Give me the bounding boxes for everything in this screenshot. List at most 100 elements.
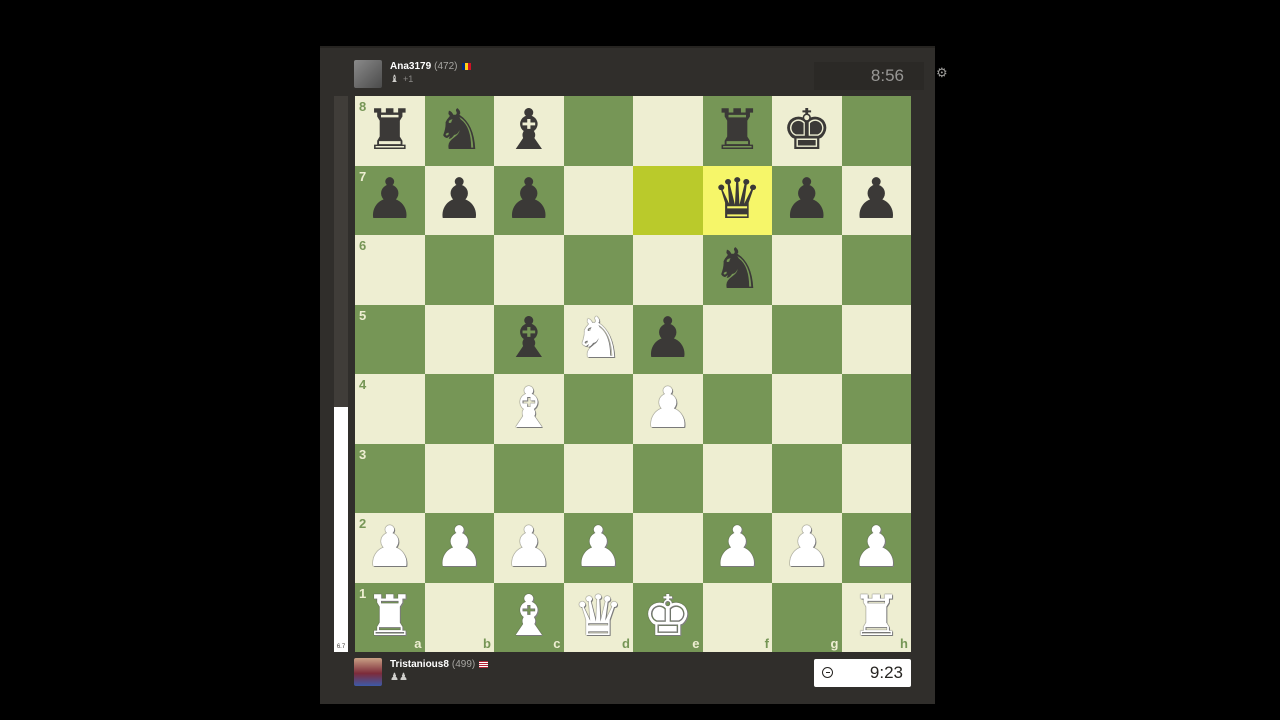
square-e6[interactable] — [633, 235, 703, 305]
square-e7[interactable] — [633, 165, 703, 235]
white-pawn-icon[interactable]: ♟ — [564, 513, 634, 583]
square-g7[interactable]: ♟ — [772, 165, 842, 236]
square-g4[interactable] — [772, 374, 842, 444]
black-pawn-icon[interactable]: ♟ — [633, 305, 703, 375]
square-e4[interactable]: ♟ — [633, 374, 703, 444]
square-g2[interactable]: ♟ — [772, 513, 842, 583]
square-c5[interactable]: ♝ — [494, 304, 564, 375]
black-pawn-icon[interactable]: ♟ — [842, 166, 912, 236]
square-b4[interactable] — [424, 374, 494, 444]
square-c3[interactable] — [494, 443, 564, 513]
square-a7[interactable]: 7 ♟ — [355, 165, 425, 236]
chess-board[interactable]: 8 ♜ ♞ ♝ ♜ ♚ 7 ♟ ♟ ♟ ♛ ♟ ♟ 6 ♞ 5 ♝ ♞ ♟ 4 ♝ ♟ 3 2 ♟ ♟ ♟ ♟ ♟ ♟ ♟ 1 a ♜ b c ♝ d ♛ e… — [355, 96, 911, 652]
square-a6[interactable]: 6 — [355, 235, 425, 305]
white-pawn-icon[interactable]: ♟ — [842, 513, 912, 583]
square-d3[interactable] — [563, 443, 633, 513]
square-d5[interactable]: ♞ — [563, 304, 634, 375]
black-king-icon[interactable]: ♚ — [772, 96, 842, 166]
square-c1[interactable]: c ♝ — [494, 582, 564, 653]
square-f1[interactable]: f — [702, 582, 772, 652]
bottom-player-name[interactable]: Tristanious8 — [390, 659, 449, 670]
square-f8[interactable]: ♜ — [702, 96, 773, 166]
square-b8[interactable]: ♞ — [424, 96, 495, 166]
black-pawn-icon[interactable]: ♟ — [355, 166, 425, 236]
square-f7[interactable]: ♛ — [702, 165, 773, 236]
square-c4[interactable]: ♝ — [494, 374, 564, 444]
square-c6[interactable] — [494, 235, 564, 305]
square-c2[interactable]: ♟ — [494, 513, 564, 583]
white-pawn-icon[interactable]: ♟ — [772, 513, 842, 583]
square-b3[interactable] — [424, 443, 494, 513]
square-e5[interactable]: ♟ — [633, 304, 703, 375]
square-h7[interactable]: ♟ — [841, 165, 912, 236]
square-h3[interactable] — [841, 443, 911, 513]
square-g8[interactable]: ♚ — [772, 96, 842, 166]
black-rook-icon[interactable]: ♜ — [703, 96, 773, 166]
white-rook-icon[interactable]: ♜ — [842, 583, 912, 653]
black-knight-icon[interactable]: ♞ — [425, 96, 495, 166]
white-king-icon[interactable]: ♚ — [633, 583, 703, 653]
square-a4[interactable]: 4 — [355, 374, 425, 444]
square-d2[interactable]: ♟ — [563, 513, 634, 583]
square-b7[interactable]: ♟ — [424, 165, 495, 236]
top-player-name[interactable]: Ana3179 — [390, 61, 431, 72]
square-a8[interactable]: 8 ♜ — [355, 96, 425, 166]
white-pawn-icon[interactable]: ♟ — [425, 513, 495, 583]
black-pawn-icon[interactable]: ♟ — [772, 166, 842, 236]
square-h6[interactable] — [841, 235, 911, 305]
square-d6[interactable] — [563, 235, 633, 305]
square-e2[interactable] — [633, 513, 703, 583]
white-queen-icon[interactable]: ♛ — [564, 583, 634, 653]
square-a1[interactable]: 1 a ♜ — [355, 582, 425, 653]
square-b1[interactable]: b — [424, 582, 494, 652]
white-bishop-icon[interactable]: ♝ — [494, 583, 564, 653]
square-e1[interactable]: e ♚ — [633, 582, 703, 653]
square-d7[interactable] — [563, 165, 633, 235]
square-a5[interactable]: 5 — [355, 304, 425, 374]
square-f5[interactable] — [702, 304, 772, 374]
white-pawn-icon[interactable]: ♟ — [633, 374, 703, 444]
square-f2[interactable]: ♟ — [702, 513, 773, 583]
black-pawn-icon[interactable]: ♟ — [425, 166, 495, 236]
evaluation-bar-white-fill — [334, 407, 348, 652]
white-knight-icon[interactable]: ♞ — [564, 305, 634, 375]
square-h4[interactable] — [841, 374, 911, 444]
gear-icon[interactable]: ⚙ — [936, 65, 948, 81]
black-knight-icon[interactable]: ♞ — [703, 235, 773, 305]
black-pawn-icon[interactable]: ♟ — [494, 166, 564, 236]
black-rook-icon[interactable]: ♜ — [355, 96, 425, 166]
square-f4[interactable] — [702, 374, 772, 444]
white-bishop-icon[interactable]: ♝ — [494, 374, 564, 444]
square-f3[interactable] — [702, 443, 772, 513]
square-d4[interactable] — [563, 374, 633, 444]
square-b2[interactable]: ♟ — [424, 513, 495, 583]
square-h5[interactable] — [841, 304, 911, 374]
top-player-avatar[interactable] — [354, 60, 382, 88]
square-g1[interactable]: g — [772, 582, 842, 652]
square-a3[interactable]: 3 — [355, 443, 425, 513]
white-pawn-icon[interactable]: ♟ — [494, 513, 564, 583]
square-g6[interactable] — [772, 235, 842, 305]
white-pawn-icon[interactable]: ♟ — [355, 513, 425, 583]
square-c7[interactable]: ♟ — [494, 165, 564, 236]
square-d1[interactable]: d ♛ — [563, 582, 634, 653]
square-h2[interactable]: ♟ — [841, 513, 912, 583]
black-bishop-icon[interactable]: ♝ — [494, 305, 564, 375]
square-e8[interactable] — [633, 96, 703, 166]
square-d8[interactable] — [563, 96, 633, 166]
square-c8[interactable]: ♝ — [494, 96, 564, 166]
white-rook-icon[interactable]: ♜ — [355, 583, 425, 653]
square-a2[interactable]: 2 ♟ — [355, 513, 425, 583]
black-queen-icon[interactable]: ♛ — [703, 166, 773, 236]
square-h1[interactable]: h ♜ — [841, 582, 912, 653]
square-e3[interactable] — [633, 443, 703, 513]
square-b6[interactable] — [424, 235, 494, 305]
black-bishop-icon[interactable]: ♝ — [494, 96, 564, 166]
square-b5[interactable] — [424, 304, 494, 374]
square-f6[interactable]: ♞ — [702, 235, 773, 305]
bottom-player-avatar[interactable] — [354, 658, 382, 686]
square-g5[interactable] — [772, 304, 842, 374]
square-g3[interactable] — [772, 443, 842, 513]
white-pawn-icon[interactable]: ♟ — [703, 513, 773, 583]
square-h8[interactable] — [841, 96, 911, 166]
